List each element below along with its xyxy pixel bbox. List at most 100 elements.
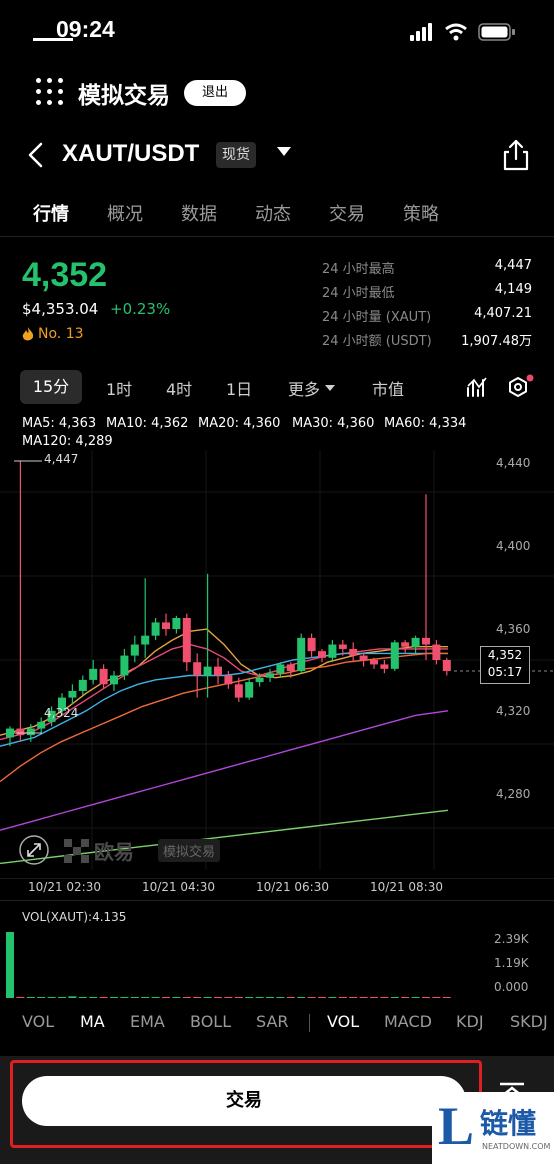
candle-body: [214, 666, 222, 676]
vol-tick-max: 2.39K: [494, 932, 529, 946]
tab-news[interactable]: 动态: [255, 200, 291, 226]
candle-body: [297, 637, 306, 672]
tab-strategy[interactable]: 策略: [403, 200, 439, 226]
interval-4h[interactable]: 4时: [166, 376, 192, 400]
interval-1d[interactable]: 1日: [226, 376, 252, 400]
indicator-ma[interactable]: MA: [80, 1012, 105, 1031]
volume-bar: [411, 997, 420, 998]
candle-body: [6, 728, 14, 738]
y-tick-4360: 4,360: [496, 622, 531, 636]
candle-body: [338, 644, 347, 649]
vol-tick-mid: 1.19K: [494, 956, 529, 970]
volume-bar: [255, 997, 264, 998]
indicator-skdj[interactable]: SKDJ: [510, 1012, 548, 1031]
y-tick-4280: 4,280: [496, 787, 531, 801]
flame-icon: [22, 326, 34, 340]
caret-down-icon: [325, 385, 336, 391]
ma5-label: MA5: 4,363: [22, 416, 97, 431]
indicator-macd[interactable]: MACD: [384, 1012, 432, 1031]
caret-down-icon[interactable]: [276, 146, 292, 158]
indicator-boll[interactable]: BOLL: [190, 1012, 231, 1031]
volume-bar: [380, 997, 389, 998]
volume-bar: [162, 997, 170, 998]
low-marker-label: 4,324: [44, 706, 79, 720]
volume-bar: [359, 997, 368, 998]
interval-market-cap[interactable]: 市值: [372, 376, 404, 400]
volume-bar: [99, 997, 108, 998]
indicator-ema[interactable]: EMA: [130, 1012, 165, 1031]
indicator-kdj[interactable]: KDJ: [456, 1012, 484, 1031]
exit-demo-button[interactable]: 退出: [184, 80, 246, 106]
volume-bar: [110, 997, 118, 998]
stat-high-value: 4,447: [494, 258, 532, 273]
app-header: 模拟交易 退出: [0, 70, 554, 114]
stat-high-label: 24 小时最高: [322, 262, 395, 277]
volume-bar: [78, 997, 87, 998]
watermark-sub: NEATDOWN.COM: [482, 1142, 551, 1151]
indicator-chart-icon[interactable]: [466, 376, 488, 398]
interval-more-label: 更多: [288, 380, 321, 399]
x-tick: 10/21 02:30: [28, 880, 101, 894]
x-tick: 10/21 04:30: [142, 880, 215, 894]
volume-bar: [338, 997, 347, 998]
tab-market[interactable]: 行情: [33, 200, 69, 226]
stat-turnover-value: 1,907.48万: [461, 334, 532, 349]
tab-data[interactable]: 数据: [181, 200, 217, 226]
stat-volume-value: 4,407.21: [474, 306, 532, 321]
candle-body: [141, 635, 150, 645]
volume-bar: [245, 997, 254, 998]
status-icons: [410, 22, 516, 42]
y-tick-4400: 4,400: [496, 539, 531, 553]
spot-badge: 现货: [216, 142, 256, 168]
candle-body: [162, 622, 170, 630]
watermark-text: 链懂: [480, 1107, 537, 1140]
indicator-sar[interactable]: SAR: [256, 1012, 289, 1031]
ma120-label: MA120: 4,289: [22, 434, 113, 449]
stat-low-label: 24 小时最低: [322, 286, 395, 301]
share-icon[interactable]: [502, 138, 530, 172]
tab-trade[interactable]: 交易: [329, 200, 365, 226]
candle-body: [255, 677, 264, 683]
candle-body: [203, 666, 212, 676]
interval-1h[interactable]: 1时: [106, 376, 132, 400]
app-menu-icon[interactable]: [36, 78, 64, 106]
volume-bar: [432, 997, 441, 998]
indicator-vol-sub[interactable]: VOL: [327, 1012, 359, 1031]
back-icon[interactable]: [26, 142, 46, 168]
candlestick-chart[interactable]: MA5: 4,363 MA10: 4,362 MA20: 4,360 MA30:…: [0, 412, 554, 1008]
interval-more[interactable]: 更多: [288, 376, 336, 400]
trade-button[interactable]: 交易: [22, 1076, 466, 1126]
volume-bar: [172, 997, 181, 998]
volume-bar: [370, 997, 378, 998]
pair-name[interactable]: XAUT/USDT: [62, 140, 199, 168]
volume-bar: [58, 997, 66, 998]
expand-icon[interactable]: [18, 834, 50, 866]
indicator-bar: VOL MA EMA BOLL SAR VOL MACD KDJ SKDJ: [0, 1008, 554, 1038]
tab-overview[interactable]: 概况: [107, 200, 143, 226]
indicator-vol-main[interactable]: VOL: [22, 1012, 54, 1031]
candle-body: [276, 664, 285, 674]
app-title: 模拟交易: [78, 83, 170, 109]
x-tick: 10/21 06:30: [256, 880, 329, 894]
volume-bar: [349, 997, 358, 998]
current-price-tag: 4,352 05:17: [480, 646, 530, 684]
rank-badge[interactable]: No. 13: [22, 326, 84, 342]
stat-low-value: 4,149: [494, 282, 532, 297]
candle-body: [328, 644, 337, 658]
watermark-tag: 模拟交易: [158, 839, 221, 862]
volume-bar: [422, 997, 430, 998]
chart-settings-icon[interactable]: [506, 374, 534, 400]
tab-bar: 行情 概况 数据 动态 交易 策略: [0, 196, 554, 236]
volume-bar: [307, 997, 316, 998]
interval-15m[interactable]: 15分: [20, 370, 82, 404]
candle-body: [16, 728, 25, 736]
candle-body: [99, 668, 108, 685]
candle-body: [380, 664, 389, 669]
volume-bar: [266, 997, 274, 998]
candle-body: [318, 651, 326, 658]
ma30-label: MA30: 4,360: [292, 416, 375, 431]
y-tick-4440: 4,440: [496, 456, 531, 470]
change-percent: +0.23%: [110, 300, 171, 318]
stat-volume-label: 24 小时量 (XAUT): [322, 310, 432, 325]
candle-body: [401, 642, 410, 647]
